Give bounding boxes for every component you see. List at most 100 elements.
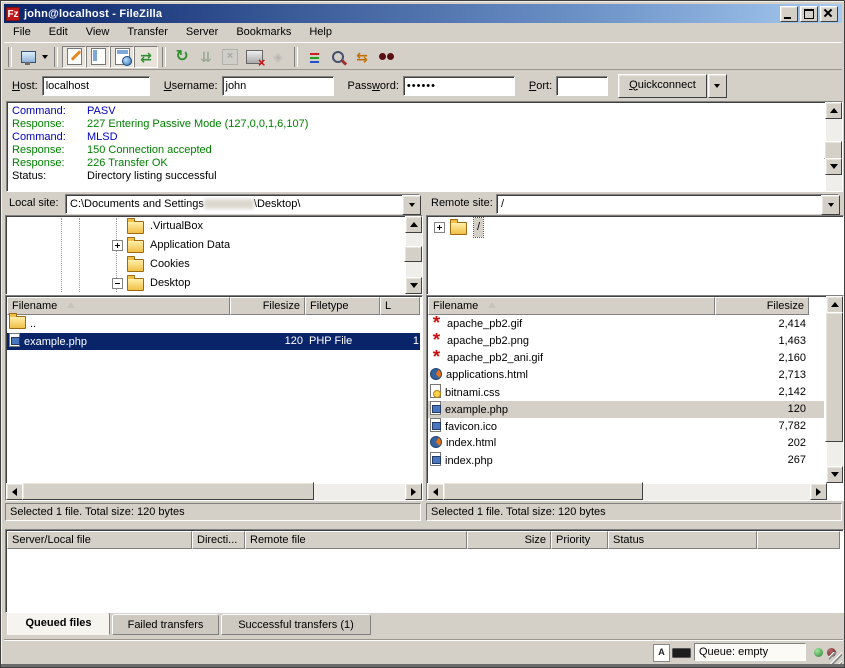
remote-row[interactable]: favicon.ico 7,782 <box>428 418 824 435</box>
toggle-message-log-button[interactable] <box>62 46 86 68</box>
tab-failed-transfers[interactable]: Failed transfers <box>112 614 219 635</box>
quickconnect-dropdown-button[interactable] <box>708 74 727 98</box>
title-bar[interactable]: Fz john@localhost - FileZilla <box>4 4 842 23</box>
quickconnect-button[interactable]: Quickconnect <box>618 74 707 98</box>
refresh-button[interactable]: ↻ <box>170 46 194 68</box>
host-input[interactable]: localhost <box>42 76 150 96</box>
remote-scroll-left-button[interactable] <box>427 483 444 500</box>
remote-tree[interactable]: / <box>426 215 844 295</box>
local-tree-scroll-down-button[interactable] <box>405 277 422 294</box>
local-column-lastmodified[interactable]: L <box>380 297 420 315</box>
remote-row[interactable]: *apache_pb2_ani.gif 2,160 <box>428 350 824 367</box>
remote-row[interactable]: index.php 267 <box>428 452 824 469</box>
local-scroll-right-button[interactable] <box>405 483 422 500</box>
remote-row[interactable]: index.html 202 <box>428 435 824 452</box>
maximize-button[interactable] <box>800 6 818 22</box>
filter-button[interactable] <box>302 46 326 68</box>
close-button[interactable] <box>820 6 838 22</box>
remote-file-list[interactable]: Filename Filesize *apache_pb2.gif 2,414 … <box>426 295 844 501</box>
menu-bookmarks[interactable]: Bookmarks <box>227 23 300 42</box>
remote-row[interactable]: applications.html 2,713 <box>428 367 824 384</box>
resize-grip[interactable] <box>829 652 842 665</box>
toggle-local-tree-button[interactable] <box>86 46 110 68</box>
site-manager-dropdown-arrow-icon[interactable] <box>42 55 48 62</box>
speed-limit-icon[interactable] <box>672 648 691 658</box>
local-file-list[interactable]: Filename Filesize Filetype L .. example.… <box>5 295 423 501</box>
local-row-parent-dir[interactable]: .. <box>7 316 420 333</box>
transfer-queue[interactable]: Server/Local file Directi... Remote file… <box>5 529 844 613</box>
menu-file[interactable]: File <box>4 23 40 42</box>
toolbar-separator <box>162 47 166 67</box>
find-files-button[interactable] <box>374 46 398 68</box>
local-column-filetype[interactable]: Filetype <box>305 297 380 315</box>
queue-column-blank[interactable] <box>757 531 840 549</box>
tab-queued-files[interactable]: Queued files <box>7 612 110 635</box>
remote-scroll-right-button[interactable] <box>810 483 827 500</box>
local-row-example-php[interactable]: example.php 120 PHP File 1 <box>7 333 420 350</box>
site-manager-button[interactable] <box>16 46 40 68</box>
tree-item-application-data[interactable]: Application Data <box>6 236 422 255</box>
message-log[interactable]: Command:PASV Response:227 Entering Passi… <box>6 101 843 192</box>
cancel-button[interactable]: × <box>218 46 242 68</box>
menu-server[interactable]: Server <box>177 23 227 42</box>
remote-column-filename[interactable]: Filename <box>428 297 715 315</box>
menu-help[interactable]: Help <box>300 23 341 42</box>
local-site-combo[interactable]: C:\Documents and Settings\Desktop\ <box>65 194 420 214</box>
tree-item-desktop[interactable]: Desktop <box>6 274 422 293</box>
toggle-transfer-queue-button[interactable]: ⇄ <box>134 46 158 68</box>
local-tree-scroll-up-button[interactable] <box>405 216 422 233</box>
remote-row[interactable]: *apache_pb2.png 1,463 <box>428 333 824 350</box>
abort-button[interactable]: ◈ <box>266 46 290 68</box>
port-input[interactable] <box>556 76 608 96</box>
tree-item-cookies[interactable]: Cookies <box>6 255 422 274</box>
log-scrollbar-thumb[interactable] <box>824 141 842 159</box>
remote-row-example-php[interactable]: example.php 120 <box>428 401 824 418</box>
tab-successful-transfers[interactable]: Successful transfers (1) <box>221 614 371 635</box>
remote-row[interactable]: bitnami.css 2,142 <box>428 384 824 401</box>
log-scroll-up-button[interactable] <box>825 102 842 119</box>
log-scroll-down-button[interactable] <box>825 158 842 175</box>
process-queue-button[interactable]: ⇊ <box>194 46 218 68</box>
queue-column-status[interactable]: Status <box>608 531 757 549</box>
remote-site-dropdown-button[interactable] <box>821 195 840 215</box>
minimize-button[interactable] <box>780 6 798 22</box>
remote-column-filesize[interactable]: Filesize <box>715 297 809 315</box>
directory-comparison-button[interactable] <box>326 46 350 68</box>
menu-edit[interactable]: Edit <box>40 23 77 42</box>
local-tree-scrollbar-thumb[interactable] <box>404 246 422 262</box>
filezilla-window: Fz john@localhost - FileZilla File Edit … <box>0 0 845 668</box>
local-column-filename[interactable]: Filename <box>7 297 230 315</box>
remote-hscrollbar-thumb[interactable] <box>443 482 643 500</box>
local-tree[interactable]: .VirtualBox Application Data Cookies Des… <box>5 215 423 295</box>
queue-column-direction[interactable]: Directi... <box>192 531 245 549</box>
toggle-remote-tree-button[interactable] <box>110 46 134 68</box>
collapse-minus-icon[interactable] <box>112 278 123 289</box>
queue-column-size[interactable]: Size <box>467 531 551 549</box>
queue-column-remote-file[interactable]: Remote file <box>245 531 467 549</box>
remote-scroll-up-button[interactable] <box>826 296 843 313</box>
menu-view[interactable]: View <box>77 23 119 42</box>
synchronized-browsing-button[interactable]: ⇆ <box>350 46 374 68</box>
filezilla-logo-icon: Fz <box>6 7 20 21</box>
disconnect-button[interactable]: × <box>242 46 266 68</box>
username-input[interactable]: john <box>222 76 334 96</box>
host-label: Host: <box>12 80 38 92</box>
remote-site-combo[interactable]: / <box>496 194 839 214</box>
local-site-dropdown-button[interactable] <box>402 195 421 215</box>
local-column-filesize[interactable]: Filesize <box>230 297 305 315</box>
queue-column-server-local-file[interactable]: Server/Local file <box>7 531 192 549</box>
remote-vscrollbar-thumb[interactable] <box>825 312 843 442</box>
remote-scroll-down-button[interactable] <box>826 466 843 483</box>
remote-row[interactable]: *apache_pb2.gif 2,414 <box>428 316 824 333</box>
local-scroll-left-button[interactable] <box>6 483 23 500</box>
expand-plus-icon[interactable] <box>434 222 445 233</box>
tree-item-root[interactable]: / <box>427 218 843 237</box>
local-hscrollbar-thumb[interactable] <box>22 482 314 500</box>
queue-column-priority[interactable]: Priority <box>551 531 608 549</box>
menu-transfer[interactable]: Transfer <box>118 23 177 42</box>
expand-plus-icon[interactable] <box>112 240 123 251</box>
tree-item-virtualbox[interactable]: .VirtualBox <box>6 217 422 236</box>
password-input[interactable]: •••••• <box>403 76 515 96</box>
data-type-indicator-icon[interactable]: A <box>653 644 670 662</box>
log-line: Command:MLSD <box>12 131 118 144</box>
